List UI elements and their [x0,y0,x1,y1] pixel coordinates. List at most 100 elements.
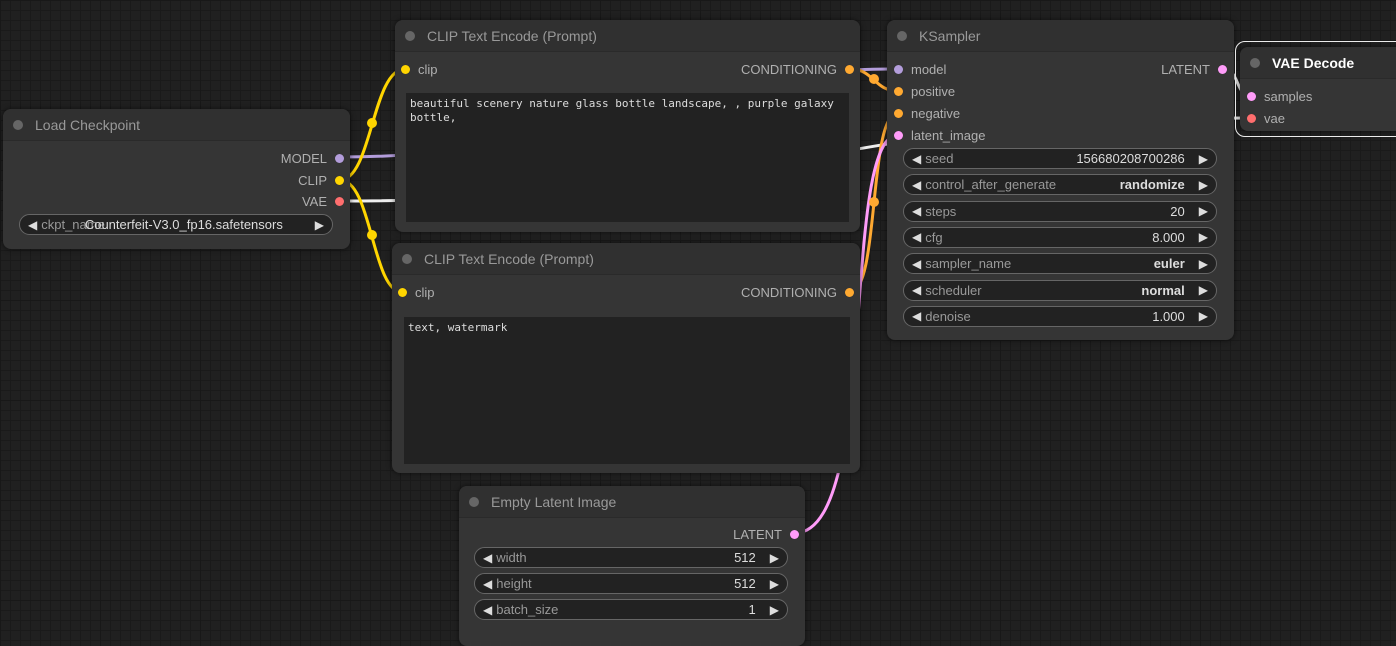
arrow-right-icon[interactable]: ▶ [1199,283,1208,297]
node-title[interactable]: VAE Decode [1240,47,1396,79]
arrow-right-icon[interactable]: ▶ [315,218,324,232]
arrow-left-icon[interactable]: ◀ [912,257,921,271]
output-vae[interactable]: VAE [302,191,344,211]
arrow-right-icon[interactable]: ▶ [1199,309,1208,323]
slot-dot-icon[interactable] [845,287,854,297]
arrow-left-icon[interactable]: ◀ [483,551,492,565]
widget-6[interactable]: ◀ denoise 1.000 ▶ [903,305,1217,327]
node-clip-text-encode-positive[interactable]: CLIP Text Encode (Prompt) clip CONDITION… [395,20,860,232]
slot-dot-icon[interactable] [894,130,903,140]
prompt-textarea[interactable]: text, watermark [404,317,850,464]
collapse-dot-icon[interactable] [897,30,907,41]
collapse-dot-icon[interactable] [1250,57,1260,68]
prompt-textarea[interactable]: beautiful scenery nature glass bottle la… [406,93,849,222]
arrow-right-icon[interactable]: ▶ [1199,204,1208,218]
widget-2[interactable]: ◀ steps 20 ▶ [903,200,1217,222]
node-title[interactable]: Load Checkpoint [3,109,350,141]
arrow-left-icon[interactable]: ◀ [483,603,492,617]
slot-dot-icon[interactable] [401,64,410,74]
slot-dot-icon[interactable] [1247,91,1256,101]
node-ksampler[interactable]: KSampler model positive negative latent_… [887,20,1234,340]
arrow-left-icon[interactable]: ◀ [483,577,492,591]
wire-midpoint[interactable] [869,74,879,84]
slot-label: model [911,61,947,77]
arrow-left-icon[interactable]: ◀ [912,204,921,218]
widget-3[interactable]: ◀ cfg 8.000 ▶ [903,226,1217,248]
input-clip[interactable]: clip [401,59,438,79]
output-model[interactable]: MODEL [281,148,344,168]
node-title-text: CLIP Text Encode (Prompt) [424,250,594,267]
node-title[interactable]: CLIP Text Encode (Prompt) [392,243,860,275]
arrow-left-icon[interactable]: ◀ [912,178,921,192]
slot-dot-icon[interactable] [894,108,903,118]
input-positive[interactable]: positive [894,81,955,101]
wire-midpoint[interactable] [869,197,879,207]
node-load-checkpoint[interactable]: Load Checkpoint MODEL CLIP VAE ◀ ckpt_na… [3,109,350,249]
arrow-left-icon[interactable]: ◀ [28,218,37,232]
slot-dot-icon[interactable] [790,529,799,539]
wire-midpoint[interactable] [367,230,377,240]
arrow-right-icon[interactable]: ▶ [1199,257,1208,271]
slot-dot-icon[interactable] [1247,113,1256,123]
node-title[interactable]: Empty Latent Image [459,486,805,518]
slot-dot-icon[interactable] [335,196,344,206]
slot-dot-icon[interactable] [894,86,903,96]
widget-label: sampler_name [925,256,1012,272]
widget-label: steps [925,203,957,219]
widget-value: normal [1141,282,1185,298]
collapse-dot-icon[interactable] [13,119,23,130]
widget-1[interactable]: ◀ control_after_generate randomize ▶ [903,174,1217,196]
input-latent-image[interactable]: latent_image [894,125,985,145]
widget-1[interactable]: ◀ height 512 ▶ [474,573,788,594]
arrow-left-icon[interactable]: ◀ [912,283,921,297]
input-model[interactable]: model [894,59,946,79]
widget-4[interactable]: ◀ sampler_name euler ▶ [903,253,1217,275]
input-samples[interactable]: samples [1247,86,1312,106]
widget-0[interactable]: ◀ seed 156680208700286 ▶ [903,148,1217,169]
slot-dot-icon[interactable] [398,287,407,297]
collapse-dot-icon[interactable] [469,496,479,507]
node-title[interactable]: KSampler [887,20,1234,52]
output-conditioning[interactable]: CONDITIONING [741,59,854,79]
slot-dot-icon[interactable] [335,175,344,185]
node-title-text: CLIP Text Encode (Prompt) [427,27,597,44]
input-clip[interactable]: clip [398,282,435,302]
arrow-right-icon[interactable]: ▶ [1199,152,1208,166]
widget-5[interactable]: ◀ scheduler normal ▶ [903,279,1217,301]
node-empty-latent-image[interactable]: Empty Latent Image LATENT ◀ width 512 ▶ ◀ hei… [459,486,805,646]
ckpt-name-combo[interactable]: ◀ ckpt_name Counterfeit-V3.0_fp16.safete… [19,214,333,235]
input-negative[interactable]: negative [894,103,960,123]
widget-2[interactable]: ◀ batch_size 1 ▶ [474,599,788,620]
widget-value: 512 [734,550,756,565]
widget-0[interactable]: ◀ width 512 ▶ [474,547,788,568]
widget-label: seed [925,151,954,166]
arrow-right-icon[interactable]: ▶ [1199,230,1208,244]
arrow-left-icon[interactable]: ◀ [912,152,921,166]
node-title[interactable]: CLIP Text Encode (Prompt) [395,20,860,52]
collapse-dot-icon[interactable] [405,30,415,41]
node-title-text: VAE Decode [1272,54,1355,71]
arrow-right-icon[interactable]: ▶ [770,551,779,565]
output-latent[interactable]: LATENT [733,524,799,544]
output-clip[interactable]: CLIP [298,170,344,190]
node-clip-text-encode-negative[interactable]: CLIP Text Encode (Prompt) clip CONDITION… [392,243,860,473]
arrow-left-icon[interactable]: ◀ [912,230,921,244]
output-latent[interactable]: LATENT [1161,59,1227,79]
arrow-right-icon[interactable]: ▶ [770,577,779,591]
widget-value: euler [1153,256,1185,272]
slot-dot-icon[interactable] [1218,64,1227,74]
node-vae-decode[interactable]: VAE Decode samples vae [1240,47,1396,131]
collapse-dot-icon[interactable] [402,253,412,264]
slot-label: MODEL [280,150,327,166]
arrow-right-icon[interactable]: ▶ [1199,178,1208,192]
slot-label: samples [1264,88,1313,104]
widget-value: 8.000 [1152,229,1185,245]
slot-dot-icon[interactable] [335,153,344,163]
input-vae[interactable]: vae [1247,108,1285,128]
output-conditioning[interactable]: CONDITIONING [741,282,854,302]
arrow-left-icon[interactable]: ◀ [912,309,921,323]
slot-dot-icon[interactable] [894,64,903,74]
arrow-right-icon[interactable]: ▶ [770,603,779,617]
wire-midpoint[interactable] [367,118,377,128]
slot-dot-icon[interactable] [845,64,854,74]
